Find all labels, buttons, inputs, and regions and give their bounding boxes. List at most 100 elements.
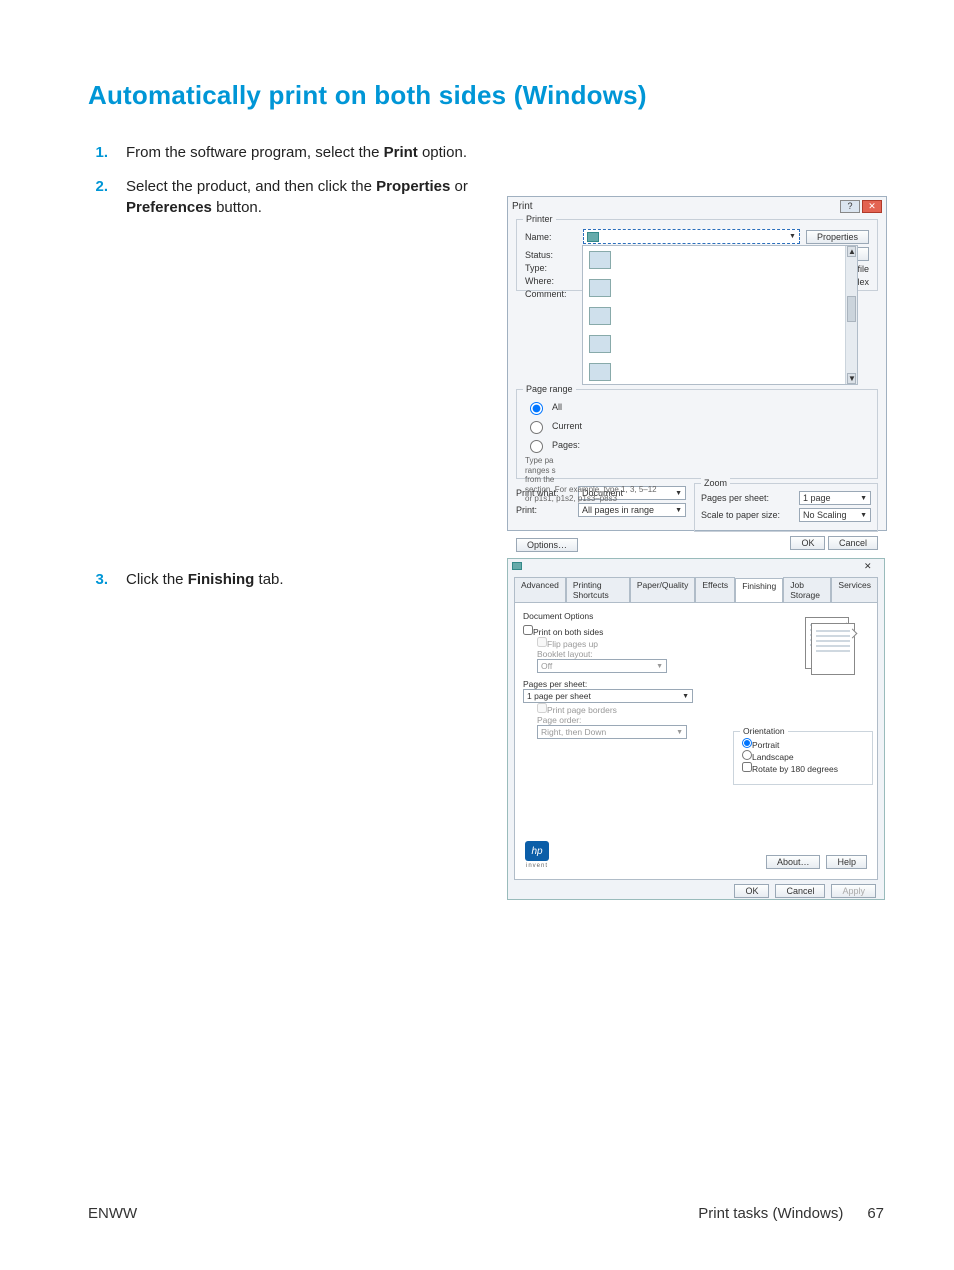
help-icon[interactable]: ? [840,200,860,213]
tab-printing-shortcuts[interactable]: Printing Shortcuts [566,577,630,602]
document-options-label: Document Options [523,611,723,621]
cancel-button[interactable]: Cancel [828,536,878,550]
page-range-current[interactable]: Current [525,418,869,434]
scroll-up-icon[interactable]: ▲ [847,246,856,257]
step-3-body: Click the Finishing tab. [126,570,488,590]
tab-paper-quality[interactable]: Paper/Quality [630,577,696,602]
printer-icon [589,251,611,269]
step-2-post: button. [212,199,262,216]
page-footer: ENWW Print tasks (Windows) 67 [88,1205,884,1222]
printer-dropdown-list[interactable]: ▲ ▼ [582,245,858,385]
cancel-button[interactable]: Cancel [775,884,825,898]
step-3-bold: Finishing [188,571,255,588]
page-order-select: Right, then Down▼ [537,725,687,739]
chevron-down-icon: ▼ [676,729,683,736]
scale-label: Scale to paper size: [701,510,793,520]
pr-hint-line: section. For example, type 1, 3, 5–12 [525,485,657,494]
booklet-layout-select: Off▼ [537,659,667,673]
close-icon[interactable]: ✕ [862,200,882,213]
footer-section: Print tasks (Windows) [698,1205,843,1222]
printer-icon [587,232,599,242]
pr-hint-line: ranges s [525,466,556,475]
close-icon[interactable]: ✕ [864,561,880,572]
pps2-select[interactable]: 1 page per sheet▼ [523,689,693,703]
pps-select[interactable]: 1 page▼ [799,491,871,505]
scale-select[interactable]: No Scaling ▼ [799,508,871,522]
list-item[interactable] [583,274,857,302]
print-dialog: Print ? ✕ Printer Name: ▼ Properties Sta… [507,196,887,531]
page-range-all[interactable]: All [525,399,869,415]
printer-name-select[interactable]: ▼ [583,229,800,244]
scroll-down-icon[interactable]: ▼ [847,373,856,384]
step-1-bold: Print [384,144,418,161]
step-2: 2. Select the product, and then click th… [88,177,488,218]
step-2-body: Select the product, and then click the P… [126,177,488,218]
print-page-borders-checkbox: Print page borders [537,705,617,715]
step-1-pre: From the software program, select the [126,144,384,161]
hp-logo-icon: hp [525,841,549,861]
hp-invent-label: invent [526,863,548,869]
pr-hint-line: from the [525,475,554,484]
about-button[interactable]: About… [766,855,821,869]
tab-finishing[interactable]: Finishing [735,578,783,603]
step-3-number: 3. [88,570,108,590]
pps2-label: Pages per sheet: [523,679,723,689]
tab-body: Document Options Print on both sides Fli… [514,602,878,880]
list-item[interactable] [583,246,857,274]
chevron-down-icon: ▼ [682,693,689,700]
step-2-bold2: Preferences [126,199,212,216]
properties-titlebar: ✕ [508,559,884,573]
rotate-180-checkbox[interactable]: Rotate by 180 degrees [742,764,838,774]
pr-hint-line: Type pa [525,456,553,465]
scrollbar[interactable]: ▲ ▼ [845,246,857,384]
chevron-down-icon: ▼ [860,512,867,519]
orientation-portrait[interactable]: Portrait [742,740,779,750]
status-label: Status: [525,250,577,260]
properties-dialog: ✕ Advanced Printing Shortcuts Paper/Qual… [507,558,885,900]
chevron-down-icon: ▼ [860,495,867,502]
list-item[interactable] [583,302,857,330]
booklet-layout-label: Booklet layout: [537,649,723,659]
landscape-label: Landscape [752,752,794,762]
rotate-label: Rotate by 180 degrees [752,764,838,774]
pr-all-label: All [552,402,562,412]
portrait-label: Portrait [752,740,779,750]
tab-job-storage[interactable]: Job Storage [783,577,831,602]
pps-label: Pages per sheet: [701,493,793,503]
tab-effects[interactable]: Effects [695,577,735,602]
page-title: Automatically print on both sides (Windo… [88,80,884,111]
page-range-fieldset: Page range All Current Pages: Type pa ra… [516,389,878,479]
page-range-pages[interactable]: Pages: [525,437,869,453]
tab-services[interactable]: Services [831,577,878,602]
ok-button[interactable]: OK [790,536,825,550]
printer-icon [589,279,611,297]
hp-logo-badge: hp invent [525,841,549,869]
step-3-pre: Click the [126,571,188,588]
orientation-landscape[interactable]: Landscape [742,752,794,762]
pr-pages-label: Pages: [552,440,580,450]
scale-value: No Scaling [803,510,847,520]
properties-button[interactable]: Properties [806,230,869,244]
tab-advanced[interactable]: Advanced [514,577,566,602]
type-label: Type: [525,263,577,273]
steps-list: 1. From the software program, select the… [88,143,488,590]
orientation-legend: Orientation [740,726,788,736]
ok-button[interactable]: OK [734,884,769,898]
scroll-thumb[interactable] [847,296,856,322]
name-label: Name: [525,232,577,242]
where-label: Where: [525,276,577,286]
apply-button: Apply [831,884,876,898]
options-button[interactable]: Options… [516,538,578,552]
chevron-down-icon: ▼ [789,233,796,240]
flip-pages-up-checkbox: Flip pages up [537,639,598,649]
help-button[interactable]: Help [826,855,867,869]
step-1-body: From the software program, select the Pr… [126,143,488,163]
print-value: All pages in range [582,505,654,515]
print-both-sides-checkbox[interactable]: Print on both sides [523,627,603,637]
page-range-legend: Page range [523,384,576,394]
list-item[interactable] [583,330,857,358]
page-order-label: Page order: [537,715,723,725]
step-3-post: tab. [254,571,283,588]
list-item[interactable] [583,358,857,385]
print-select[interactable]: All pages in range▼ [578,503,686,517]
